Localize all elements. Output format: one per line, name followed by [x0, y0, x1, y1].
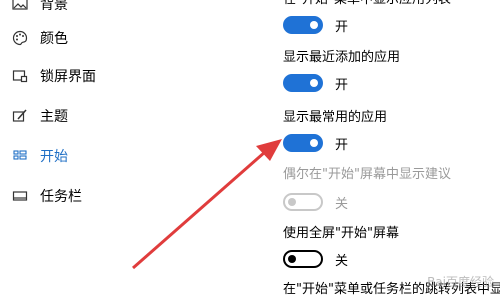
- annotation-arrow: [132, 139, 282, 270]
- watermark: Bai百度经验: [427, 275, 494, 289]
